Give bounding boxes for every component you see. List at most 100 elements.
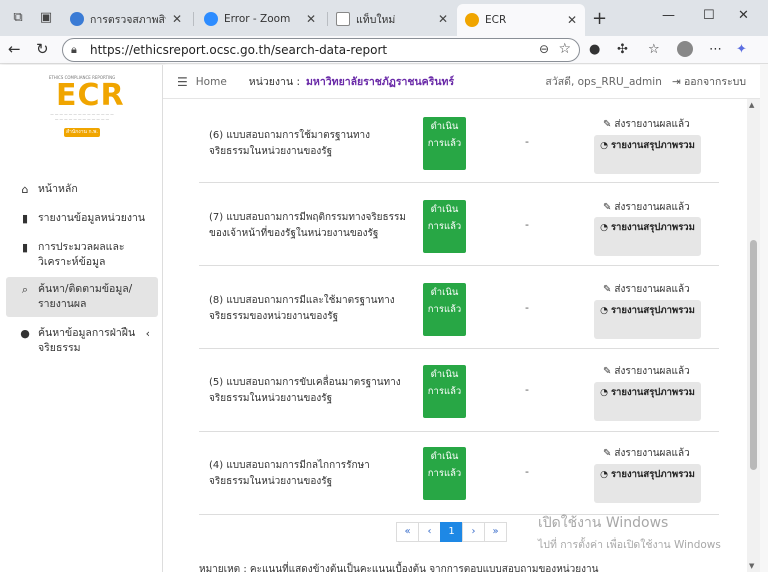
refresh-icon[interactable]: ↻ (36, 40, 49, 58)
next-page-button[interactable]: › (462, 522, 485, 542)
sidebar: ETHICS COMPLIANCE REPORTING ECR — — — — … (0, 65, 163, 572)
last-page-button[interactable]: » (484, 522, 507, 542)
extensions-puzzle-icon[interactable]: ✣ (617, 42, 628, 57)
summary-report-button[interactable]: ◔ รายงานสรุปภาพรวม (594, 300, 701, 339)
question-title: (6) แบบสอบถามการใช้มาตรฐานทางจริยธรรมในห… (209, 130, 371, 157)
sidebar-item-search-report[interactable]: ⌕ ค้นหา/ติดตามข้อมูล/รายงานผล (6, 277, 158, 317)
minimize-icon[interactable]: — (662, 8, 675, 23)
score-value: - (525, 218, 529, 231)
summary-report-button[interactable]: ◔ รายงานสรุปภาพรวม (594, 464, 701, 503)
first-page-button[interactable]: « (396, 522, 419, 542)
logout-label: ออกจากระบบ (684, 76, 746, 88)
pie-chart-icon: ◔ (600, 388, 608, 398)
report-label: รายงานสรุปภาพรวม (610, 305, 695, 316)
menu-toggle-icon[interactable]: ☰ (177, 75, 188, 89)
scroll-up-icon[interactable]: ▲ (749, 101, 754, 109)
pie-chart-icon: ◔ (600, 141, 608, 151)
edit-icon: ✎ (603, 202, 612, 213)
sidebar-item-unit-report[interactable]: ▮ รายงานข้อมูลหน่วยงาน (6, 206, 158, 231)
close-tab-icon[interactable]: ✕ (172, 12, 182, 26)
sidebar-menu: ⌂ หน้าหลัก ▮ รายงานข้อมูลหน่วยงาน ▮ การป… (6, 177, 158, 361)
summary-report-button[interactable]: ◔ รายงานสรุปภาพรวม (594, 382, 701, 421)
breadcrumb-home[interactable]: Home (196, 76, 227, 88)
tab-title: การตรวจสภาพสินธิ์การขั้น (90, 13, 166, 26)
close-tab-icon[interactable]: ✕ (306, 12, 316, 26)
report-label: รายงานสรุปภาพรวม (610, 469, 695, 480)
page-scrollbar[interactable]: ▲ ▼ (747, 99, 760, 572)
zoom-icon (204, 12, 218, 26)
favorite-star-icon[interactable]: ☆ (558, 41, 571, 57)
summary-report-button[interactable]: ◔ รายงานสรุปภาพรวม (594, 217, 701, 256)
question-title: (4) แบบสอบถามการมีกลไกการรักษาจริยธรรมใน… (209, 460, 370, 487)
maximize-icon[interactable]: ☐ (703, 8, 715, 23)
sidebar-item-violation-search[interactable]: ● ค้นหาข้อมูลการฝ่าฝืนจริยธรรม ‹ (6, 321, 158, 361)
logo-caption: — — — — — — — — — — — — — — — — — — — — —… (50, 112, 114, 121)
pagination: « ‹ 1 › » (396, 522, 507, 542)
lock-icon: 🔒︎ (71, 43, 77, 56)
sidebar-item-label: รายงานข้อมูลหน่วยงาน (38, 212, 146, 224)
scrollbar-thumb[interactable] (750, 240, 757, 470)
new-tab-page-icon (336, 12, 350, 26)
user-greeting: สวัสดี, ops_RRU_admin (545, 76, 662, 88)
sent-label: ส่งรายงานผลแล้ว (614, 202, 690, 213)
table-row: (4) แบบสอบถามการมีกลไกการรักษาจริยธรรมใน… (199, 432, 719, 515)
report-table: (6) แบบสอบถามการใช้มาตรฐานทางจริยธรรมในห… (199, 99, 719, 515)
prev-page-button[interactable]: ‹ (418, 522, 441, 542)
zoom-icon[interactable]: ⊖ (539, 42, 549, 56)
windows-activation-watermark: เปิดใช้งาน Windows ไปที่ การตั้งค่า เพื่… (538, 512, 721, 553)
sidebar-item-label: ค้นหาข้อมูลการฝ่าฝืนจริยธรรม (38, 327, 136, 354)
url-field[interactable]: 🔒︎ https://ethicsreport.ocsc.go.th/searc… (62, 38, 580, 62)
report-label: รายงานสรุปภาพรวม (610, 222, 695, 233)
new-tab-icon[interactable]: + (592, 8, 607, 29)
table-row: (7) แบบสอบถามการมีพฤติกรรมทางจริยธรรมของ… (199, 183, 719, 266)
logo-text: ECR (56, 78, 125, 113)
report-label: รายงานสรุปภาพรวม (610, 387, 695, 398)
question-title: (8) แบบสอบถามการมีและใช้มาตรฐานทางจริยธร… (209, 295, 395, 322)
tab-actions-icon[interactable]: ▣ (37, 9, 55, 27)
close-tab-icon[interactable]: ✕ (567, 13, 577, 27)
profile-avatar[interactable] (677, 41, 693, 57)
sent-label: ส่งรายงานผลแล้ว (614, 284, 690, 295)
back-icon[interactable]: ← (8, 40, 21, 58)
favorites-icon[interactable]: ☆ (648, 42, 660, 57)
tab-title: แท็บใหม่ (356, 13, 396, 26)
report-label: รายงานสรุปภาพรวม (610, 140, 695, 151)
logout-button[interactable]: ⇥ ออกจากระบบ (672, 73, 746, 90)
sidebar-item-label: หน้าหลัก (38, 183, 78, 195)
scroll-down-icon[interactable]: ▼ (749, 562, 754, 570)
status-badge: ดำเนินการแล้ว (423, 365, 466, 418)
edit-icon: ✎ (603, 448, 612, 459)
extension-icon[interactable]: ● (589, 42, 600, 57)
watermark-title: เปิดใช้งาน Windows (538, 515, 669, 531)
browser-tab[interactable]: การตรวจสภาพสินธิ์การขั้น ✕ (62, 6, 190, 32)
page-button-current[interactable]: 1 (440, 522, 463, 542)
score-value: - (525, 301, 529, 314)
edit-icon: ✎ (603, 119, 612, 130)
summary-report-button[interactable]: ◔ รายงานสรุปภาพรวม (594, 135, 701, 174)
sidebar-item-home[interactable]: ⌂ หน้าหลัก (6, 177, 158, 202)
page-header: ☰ Home หน่วยงาน : มหาวิทยาลัยราชภัฏราชนค… (163, 65, 760, 99)
logout-icon: ⇥ (671, 76, 684, 88)
status-badge: ดำเนินการแล้ว (423, 283, 466, 336)
status-badge: ดำเนินการแล้ว (423, 200, 466, 253)
sidebar-item-analysis[interactable]: ▮ การประมวลผลและวิเคราะห์ข้อมูล (6, 235, 158, 275)
ecr-logo[interactable]: ETHICS COMPLIANCE REPORTING ECR — — — — … (32, 72, 132, 137)
globe-icon (70, 12, 84, 26)
tab-title: Error - Zoom (224, 13, 291, 25)
more-menu-icon[interactable]: ⋯ (709, 42, 722, 57)
workspaces-icon[interactable]: ⧉ (9, 9, 27, 27)
close-window-icon[interactable]: ✕ (738, 8, 749, 23)
copilot-icon[interactable]: ✦ (736, 42, 747, 57)
home-icon: ⌂ (21, 183, 29, 196)
edit-icon: ✎ (603, 366, 612, 377)
tab-title: ECR (485, 14, 507, 26)
browser-tab[interactable]: Error - Zoom ✕ (196, 6, 324, 32)
sidebar-item-label: ค้นหา/ติดตามข้อมูล/รายงานผล (38, 283, 133, 310)
search-icon: ⌕ (21, 283, 29, 296)
close-tab-icon[interactable]: ✕ (438, 12, 448, 26)
sent-label: ส่งรายงานผลแล้ว (614, 448, 690, 459)
browser-tab-active[interactable]: ECR ✕ (457, 4, 585, 36)
document-icon: ▮ (21, 212, 29, 225)
browser-tab[interactable]: แท็บใหม่ ✕ (328, 6, 456, 32)
browser-tab-bar: ⧉ ▣ การตรวจสภาพสินธิ์การขั้น ✕ Error - Z… (0, 0, 768, 36)
